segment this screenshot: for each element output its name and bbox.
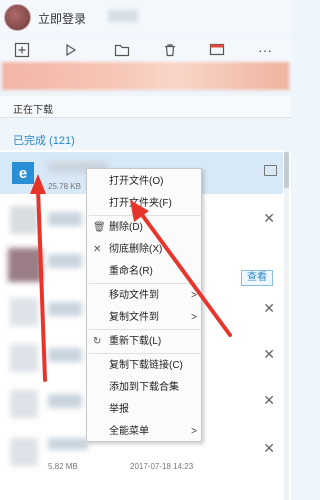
menu-item[interactable]: 复制文件到 > [87, 307, 203, 329]
menu-item-label: 重命名(R) [109, 266, 153, 277]
screen-icon[interactable] [207, 40, 227, 60]
view-button[interactable]: 查看 [241, 270, 273, 286]
file-date: 2017-07-18 14:23 [130, 462, 194, 471]
trash-icon: 🗑 [93, 222, 106, 233]
menu-item-label: 打开文件(O) [109, 176, 164, 187]
add-icon[interactable] [12, 40, 32, 60]
chevron-right-icon: > [191, 312, 197, 323]
close-icon[interactable]: ✕ [263, 392, 275, 409]
menu-item[interactable]: 打开文件夹(F) [87, 193, 203, 215]
close-icon[interactable]: ✕ [263, 300, 275, 317]
avatar[interactable] [4, 4, 31, 31]
folder-icon[interactable] [112, 40, 132, 60]
blurred-file-icon [10, 438, 38, 466]
menu-separator [89, 283, 201, 284]
blurred-file-icon [10, 344, 38, 372]
blurred-file-icon [8, 248, 42, 282]
context-menu: 打开文件(O) 打开文件夹(F) 🗑 删除(D) ✕ 彻底删除(X) 重命名(R) 移动文件到… [86, 168, 202, 442]
more-icon[interactable]: ··· [255, 40, 275, 60]
menu-separator [89, 329, 201, 330]
x-icon: ✕ [93, 244, 102, 255]
blurred-filename [48, 348, 82, 362]
menu-item[interactable]: 举报 [87, 399, 203, 421]
menu-item[interactable]: 添加到下载合集 [87, 377, 203, 399]
top-bar: 立即登录 [0, 0, 291, 34]
blurred-filename [48, 394, 82, 408]
menu-item[interactable]: ✕ 彻底删除(X) [87, 239, 203, 261]
trash-icon[interactable] [160, 40, 180, 60]
menu-separator [89, 353, 201, 354]
blurred-filename [48, 302, 82, 316]
menu-item[interactable]: 🗑 删除(D) [87, 217, 203, 239]
file-size: 5.82 MB [48, 462, 78, 471]
open-folder-icon[interactable] [264, 165, 277, 176]
chevron-right-icon: > [191, 426, 197, 437]
scrollbar-track[interactable] [284, 150, 289, 500]
menu-item-label: 全能菜单 [109, 426, 149, 437]
play-icon[interactable] [60, 40, 80, 60]
menu-item-label: 打开文件夹(F) [109, 198, 172, 209]
menu-item[interactable]: 移动文件到 > [87, 285, 203, 307]
menu-item-label: 重新下载(L) [109, 336, 162, 347]
blurred-filename [48, 438, 88, 450]
menu-item[interactable]: 重命名(R) [87, 261, 203, 283]
blurred-file-icon [10, 298, 38, 326]
blurred-filename [48, 212, 82, 226]
menu-item-label: 删除(D) [109, 222, 143, 233]
toolbar: ··· [0, 36, 291, 64]
ie-file-icon: e [12, 162, 34, 184]
menu-item-label: 复制文件到 [109, 312, 159, 323]
blurred-filename [48, 254, 82, 268]
menu-item-label: 举报 [109, 404, 129, 415]
close-icon[interactable]: ✕ [263, 346, 275, 363]
menu-item[interactable]: 复制下载链接(C) [87, 355, 203, 377]
blurred-file-icon [10, 390, 38, 418]
menu-item[interactable]: 全能菜单 > [87, 421, 203, 443]
chevron-right-icon: > [191, 290, 197, 301]
close-icon[interactable]: ✕ [263, 440, 275, 457]
menu-item-label: 添加到下载合集 [109, 382, 179, 393]
menu-item-label: 复制下载链接(C) [109, 360, 183, 371]
redo-icon: ↻ [93, 336, 102, 347]
blurred-file-icon [10, 206, 38, 234]
tab-downloading[interactable]: 正在下载 [13, 101, 53, 116]
promo-banner[interactable] [2, 62, 289, 90]
menu-item-label: 移动文件到 [109, 290, 159, 301]
file-size: 25.78 KB [48, 182, 81, 191]
close-icon[interactable]: ✕ [263, 210, 275, 227]
tab-completed[interactable]: 已完成 (121) [13, 132, 75, 148]
menu-item[interactable]: 打开文件(O) [87, 171, 203, 193]
tab-bar: 正在下载 [0, 96, 291, 118]
scrollbar-thumb[interactable] [284, 152, 289, 188]
menu-item[interactable]: ↻ 重新下载(L) [87, 331, 203, 353]
menu-item-label: 彻底删除(X) [109, 244, 163, 255]
login-link[interactable]: 立即登录 [38, 10, 86, 27]
menu-separator [89, 215, 201, 216]
blurred-text [108, 10, 138, 22]
